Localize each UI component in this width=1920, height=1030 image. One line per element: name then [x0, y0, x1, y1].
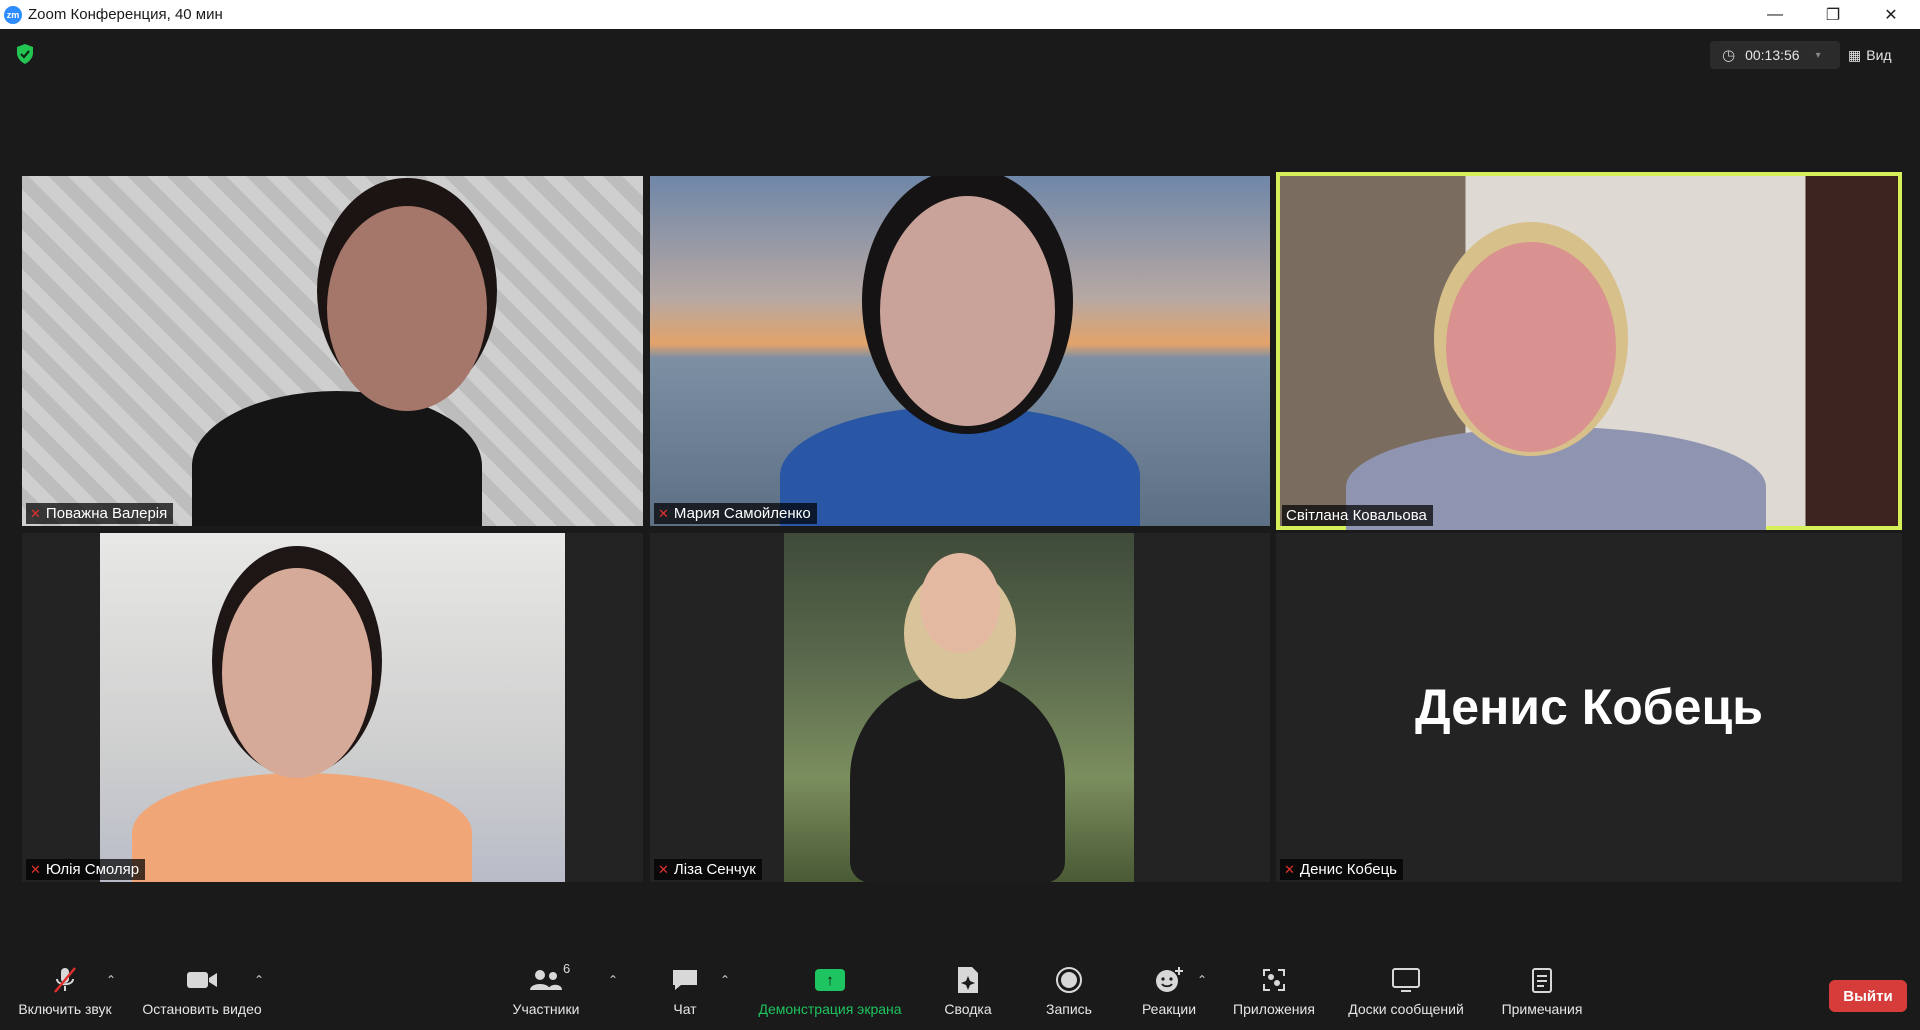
meeting-toolbar: Включить звук ⌃ Остановить видео ⌃ 6 Уча… [0, 955, 1920, 1030]
view-button[interactable]: ▦ Вид [1848, 41, 1912, 69]
participant-head [222, 568, 372, 778]
reactions-button[interactable]: Реакции [1134, 965, 1204, 1025]
chat-label: Чат [673, 1001, 697, 1017]
encryption-shield-icon[interactable] [14, 43, 36, 65]
mic-muted-icon: ✕ [30, 505, 41, 521]
notes-icon [1531, 965, 1553, 995]
video-tile-off[interactable]: Денис Кобець ✕ Денис Кобець [1276, 533, 1902, 882]
apps-label: Приложения [1233, 1001, 1315, 1017]
window-title: Zoom Конференция, 40 мин [28, 6, 223, 23]
mic-muted-icon: ✕ [30, 861, 41, 877]
summary-label: Сводка [944, 1001, 992, 1017]
share-screen-label: Демонстрация экрана [758, 1001, 902, 1017]
minimize-icon[interactable]: — [1746, 0, 1804, 29]
close-icon[interactable]: ✕ [1862, 0, 1920, 29]
participant-name: Мария Самойленко [673, 505, 811, 522]
window-titlebar: zm Zoom Конференция, 40 мин — ❐ ✕ [0, 0, 1920, 29]
participant-name: Денис Кобець [1299, 861, 1397, 878]
record-label: Запись [1046, 1001, 1092, 1017]
chat-icon [671, 965, 699, 995]
video-tile[interactable]: ✕ Юлія Смоляр [22, 533, 643, 882]
window-controls: — ❐ ✕ [1746, 0, 1920, 29]
reactions-label: Реакции [1141, 1001, 1197, 1017]
stop-video-button[interactable]: Остановить видео [138, 965, 266, 1025]
video-tile[interactable]: ✕ Мария Самойленко [650, 176, 1270, 526]
participant-name: Ліза Сенчук [673, 861, 756, 878]
participant-silhouette [850, 673, 1065, 882]
participant-name-label: ✕ Мария Самойленко [654, 503, 817, 524]
zoom-logo-icon: zm [4, 5, 22, 24]
video-tile[interactable]: ✕ Ліза Сенчук [650, 533, 1270, 882]
participants-label: Участники [512, 1001, 580, 1017]
record-button[interactable]: Запись [1036, 965, 1102, 1025]
chevron-up-icon[interactable]: ⌃ [254, 973, 264, 987]
leave-button[interactable]: Выйти [1829, 980, 1907, 1012]
chevron-up-icon[interactable]: ⌃ [608, 973, 618, 987]
participant-head [880, 196, 1055, 426]
participant-big-name: Денис Кобець [1415, 679, 1763, 735]
view-label: Вид [1866, 47, 1892, 63]
mic-muted-icon: ✕ [658, 861, 669, 877]
chevron-up-icon[interactable]: ⌃ [1197, 973, 1207, 987]
share-screen-button[interactable]: ↑ Демонстрация экрана [748, 965, 912, 1025]
video-tile-active-speaker[interactable]: Світлана Ковальова [1276, 172, 1902, 530]
share-screen-icon: ↑ [815, 965, 845, 995]
participants-count: 6 [563, 961, 571, 976]
video-tile[interactable]: ✕ Поважна Валерія [22, 176, 643, 526]
whiteboards-label: Доски сообщений [1348, 1001, 1464, 1017]
participant-head [327, 206, 487, 411]
smiley-icon [1154, 965, 1184, 995]
unmute-label: Включить звук [18, 1001, 112, 1017]
participant-name-label: ✕ Поважна Валерія [26, 503, 174, 524]
meeting-topbar: ◷ 00:13:56 ▾ ▦ Вид [0, 29, 1920, 79]
mic-muted-icon: ✕ [658, 505, 669, 521]
participant-name-label: ✕ Денис Кобець [1280, 859, 1403, 880]
notes-button[interactable]: Примечания [1494, 965, 1590, 1025]
whiteboards-button[interactable]: Доски сообщений [1340, 965, 1472, 1025]
participant-name: Поважна Валерія [45, 505, 168, 522]
participant-name-label: Світлана Ковальова [1282, 505, 1433, 526]
apps-icon [1261, 965, 1287, 995]
mic-muted-icon [52, 965, 78, 995]
video-camera-icon [186, 965, 218, 995]
apps-button[interactable]: Приложения [1226, 965, 1322, 1025]
notes-label: Примечания [1501, 1001, 1583, 1017]
unmute-button[interactable]: Включить звук [12, 965, 118, 1025]
timer-value: 00:13:56 [1745, 47, 1800, 63]
participant-name: Юлія Смоляр [45, 861, 140, 878]
stop-video-label: Остановить видео [142, 1001, 262, 1017]
participant-name: Світлана Ковальова [1286, 507, 1427, 524]
summary-button[interactable]: Сводка [934, 965, 1002, 1025]
participant-head [920, 553, 1000, 653]
chevron-down-icon: ▾ [1815, 49, 1821, 61]
chat-button[interactable]: Чат [660, 965, 710, 1025]
chevron-up-icon[interactable]: ⌃ [106, 973, 116, 987]
whiteboard-icon [1391, 965, 1421, 995]
record-icon [1055, 965, 1083, 995]
mic-muted-icon: ✕ [1284, 861, 1295, 877]
summary-icon [956, 965, 980, 995]
participant-silhouette [132, 773, 472, 882]
meeting-timer[interactable]: ◷ 00:13:56 ▾ [1710, 41, 1840, 69]
participant-name-label: ✕ Ліза Сенчук [654, 859, 762, 880]
restore-icon[interactable]: ❐ [1804, 0, 1862, 29]
participants-button[interactable]: 6 Участники [506, 961, 586, 1025]
chevron-up-icon[interactable]: ⌃ [720, 973, 730, 987]
participant-head [1446, 242, 1616, 452]
grid-icon: ▦ [1848, 46, 1862, 63]
participants-icon: 6 [529, 961, 570, 995]
clock-icon: ◷ [1722, 47, 1736, 64]
participant-name-label: ✕ Юлія Смоляр [26, 859, 146, 880]
